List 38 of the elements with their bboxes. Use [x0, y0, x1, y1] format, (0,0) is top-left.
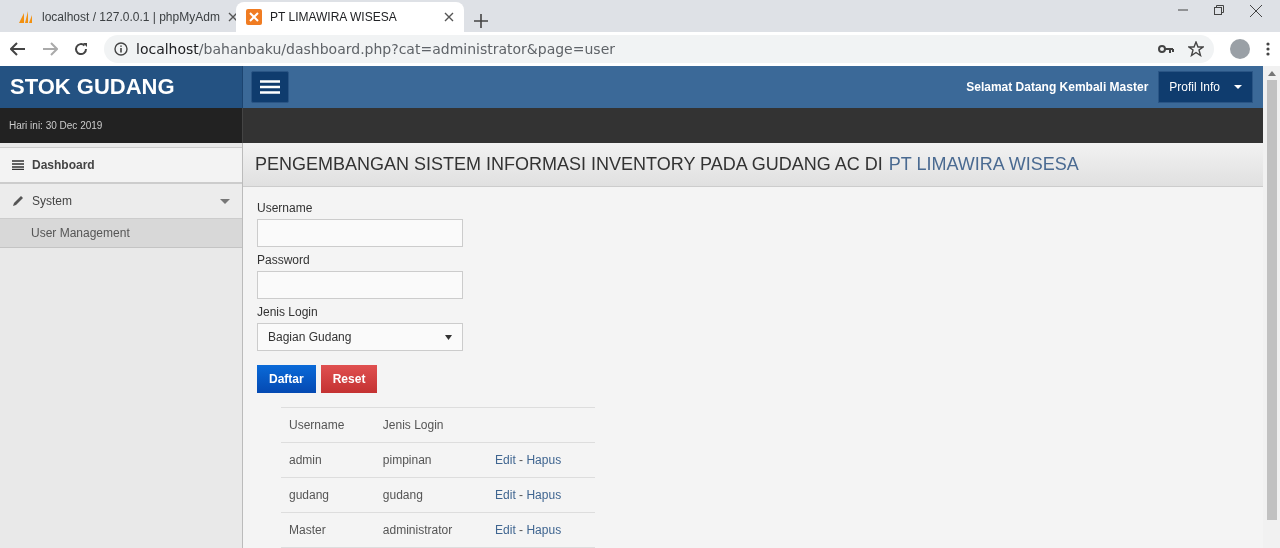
sidebar-item[interactable]: Dashboard: [0, 147, 242, 183]
welcome-text: Selamat Datang Kembali Master: [966, 80, 1149, 95]
submit-button[interactable]: Daftar: [257, 365, 316, 393]
column-header: Jenis Login: [374, 407, 488, 443]
page-title: PENGEMBANGAN SISTEM INFORMASI INVENTORY PADA GUDANG AC DI: [255, 154, 883, 175]
brand-title: STOK GUDANG: [0, 66, 243, 109]
url-text: localhost/bahanbaku/dashboard.php?cat=administrator&page=user: [136, 41, 615, 57]
sidebar-label: Dashboard: [32, 158, 95, 172]
table-cell: gudang: [374, 477, 488, 513]
address-bar[interactable]: localhost/bahanbaku/dashboard.php?cat=administrator&page=user: [104, 35, 1214, 63]
sidebar-item[interactable]: System: [0, 183, 242, 219]
sidebar-label: System: [32, 194, 72, 208]
field-label: Username: [257, 201, 314, 215]
company-name: PT LIMAWIRA WISESA: [888, 154, 1079, 175]
browser-tab[interactable]: PT LIMAWIRA WISESA: [236, 2, 464, 32]
separator-text: -: [519, 523, 524, 537]
table-cell: administrator: [374, 512, 488, 548]
field-label: Jenis Login: [257, 305, 319, 319]
edit-link[interactable]: Edit: [495, 523, 516, 537]
table-cell: admin: [281, 442, 375, 478]
column-header: Username: [281, 407, 375, 443]
reset-button[interactable]: Reset: [320, 365, 378, 393]
browser-tab[interactable]: localhost / 127.0.0.1 | phpMyAdm: [8, 2, 236, 32]
separator-text: -: [519, 453, 524, 467]
table-cell: Master: [281, 512, 375, 548]
table-cell: gudang: [281, 477, 375, 513]
separator-text: -: [519, 488, 524, 502]
delete-link[interactable]: Hapus: [526, 523, 562, 537]
profile-button[interactable]: Profil Info: [1158, 71, 1253, 104]
delete-link[interactable]: Hapus: [526, 453, 562, 467]
field-label: Password: [257, 253, 311, 267]
delete-link[interactable]: Hapus: [526, 488, 562, 502]
table-cell: pimpinan: [374, 442, 488, 478]
date-text: Hari ini: 30 Dec 2019: [0, 108, 243, 143]
edit-link[interactable]: Edit: [495, 488, 516, 502]
submenu-item[interactable]: User Management: [0, 219, 242, 248]
select-field[interactable]: Bagian Gudang: [257, 323, 463, 351]
edit-link[interactable]: Edit: [495, 453, 516, 467]
